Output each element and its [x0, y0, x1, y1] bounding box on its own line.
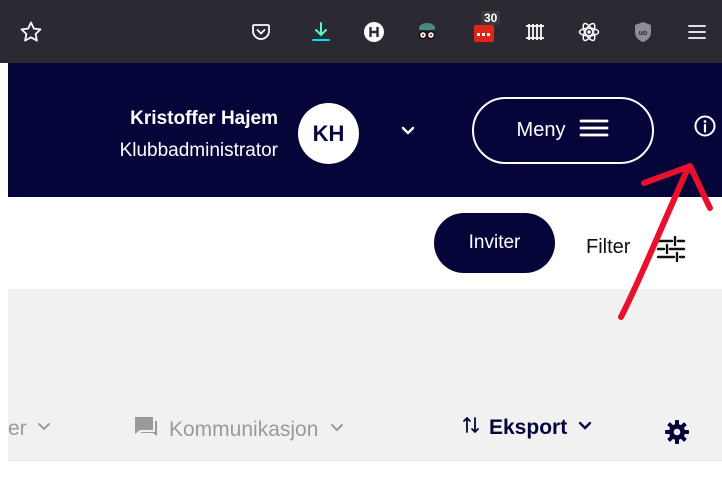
chevron-down-icon [576, 416, 594, 440]
download-icon[interactable] [306, 0, 336, 63]
avatar-initials: KH [312, 120, 345, 146]
sort-arrows-icon [462, 415, 480, 441]
filter-sliders-icon[interactable] [654, 232, 688, 266]
hash-extension-icon[interactable] [520, 0, 550, 63]
invite-label: Inviter [468, 232, 521, 253]
bookmark-star-icon[interactable] [16, 0, 46, 63]
calendar-badge: 30 [481, 11, 501, 25]
tab-communication-label: Kommunikasjon [169, 418, 319, 441]
user-role: Klubbadministrator [119, 140, 278, 161]
list-card [8, 460, 722, 493]
pocket-icon[interactable] [246, 0, 276, 63]
spy-extension-icon[interactable] [412, 0, 442, 63]
react-devtools-icon[interactable] [574, 0, 604, 63]
chevron-down-icon[interactable] [396, 118, 420, 142]
hamburger-menu-icon[interactable] [682, 0, 712, 63]
chevron-down-icon [35, 417, 53, 441]
avatar[interactable]: KH [298, 103, 359, 164]
tab-partial-label: er [8, 417, 27, 440]
menu-button[interactable]: Meny [472, 97, 654, 164]
svg-text:uo: uo [639, 30, 648, 37]
invite-button[interactable]: Inviter [434, 213, 555, 273]
calendar-extension-icon[interactable] [466, 0, 502, 63]
chat-icon [133, 415, 159, 445]
gear-icon[interactable] [664, 419, 690, 445]
export-button[interactable]: Eksport [462, 415, 594, 441]
user-name: Kristoffer Hajem [130, 108, 278, 129]
filter-label[interactable]: Filter [586, 236, 630, 259]
hamburger-icon [579, 118, 609, 144]
export-label: Eksport [489, 416, 568, 439]
ublock-icon[interactable]: uo [628, 0, 658, 63]
info-icon[interactable] [693, 114, 717, 138]
h-extension-icon[interactable] [359, 0, 389, 63]
tab-partial[interactable]: er [8, 417, 53, 441]
tab-communication[interactable]: Kommunikasjon [133, 415, 346, 445]
chevron-down-icon [328, 418, 346, 442]
menu-label: Meny [516, 119, 566, 141]
